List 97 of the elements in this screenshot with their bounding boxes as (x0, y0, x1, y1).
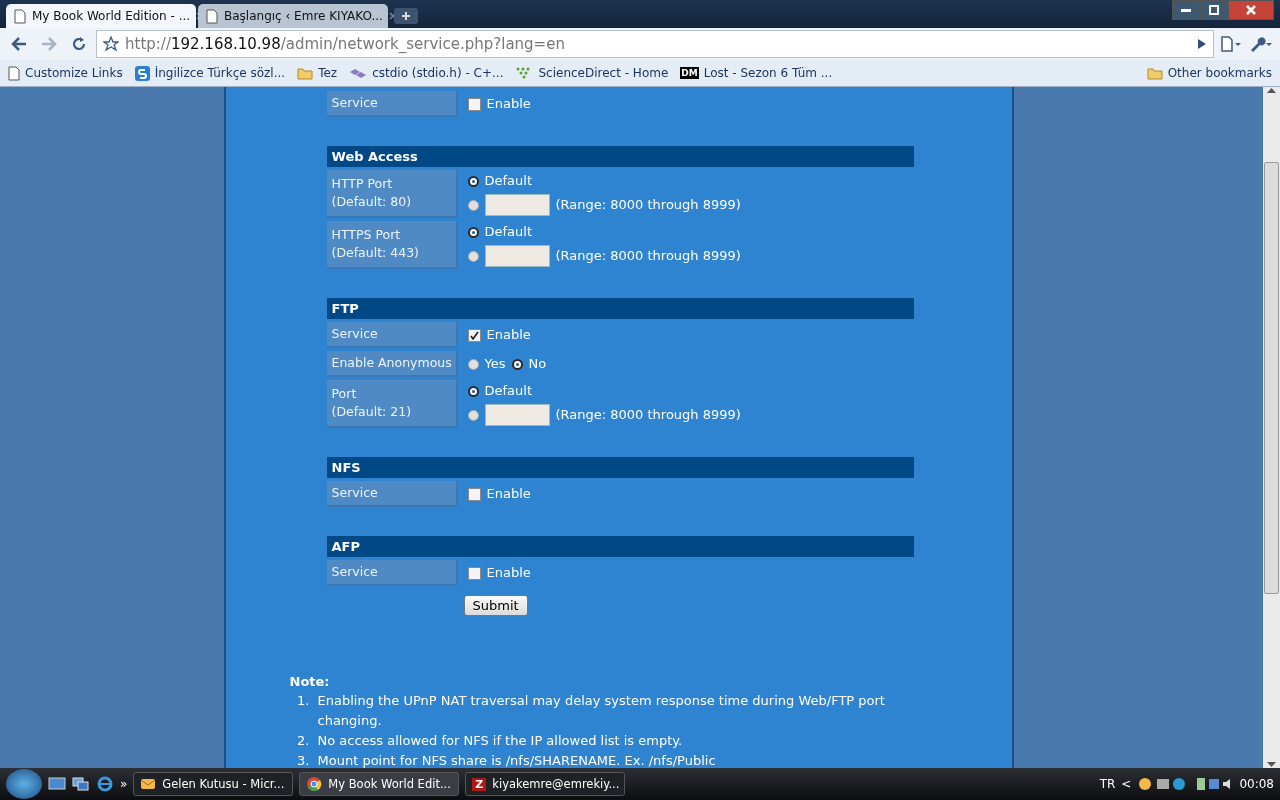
minimize-button[interactable] (1172, 0, 1200, 20)
field-sublabel: (Default: 443) (331, 244, 420, 262)
radio-button[interactable] (467, 226, 479, 238)
field-label: Service (331, 563, 379, 581)
field-label: Service (331, 484, 379, 502)
field-sublabel: (Default: 21) (331, 403, 413, 421)
field-sublabel: (Default: 80) (331, 193, 413, 211)
folder-icon (1146, 66, 1163, 80)
bookmark-logo: DM (680, 67, 699, 79)
option-label: Enable (486, 564, 531, 582)
field-label: Service (331, 94, 379, 112)
radio-button[interactable] (467, 250, 479, 262)
more-button[interactable]: » (120, 777, 128, 791)
browser-e-icon[interactable] (96, 776, 114, 792)
section-header: AFP (326, 536, 914, 557)
bookmark[interactable]: Tez (297, 66, 338, 80)
note-text: Mount point for NFS share is /nfs/SHARENAME. Ex. /nfs/Public (317, 752, 716, 768)
option-label: No (528, 355, 547, 373)
language-indicator[interactable]: TR (1099, 777, 1116, 791)
note-text: Enabling the UPnP NAT traversal may delay system response time during Web/FTP port changing. (317, 692, 886, 730)
field-label: Port (331, 385, 358, 403)
envelope-icon (140, 777, 157, 791)
page-icon (14, 8, 26, 24)
option-label: Yes (484, 355, 506, 373)
taskbar-button[interactable]: Z kiyakemre@emrekiy... (465, 772, 626, 796)
browser-tab[interactable]: My Book World Edition - ... (6, 4, 196, 28)
section-header: Web Access (326, 146, 914, 167)
list-number: 2. (296, 732, 310, 750)
clock: 00:08 (1239, 777, 1274, 791)
minimize-icon (1181, 8, 1191, 12)
field-label: HTTP Port (331, 175, 394, 193)
tray-expand-button[interactable]: < (1121, 777, 1132, 791)
desktop-icon[interactable] (48, 777, 66, 791)
folder-icon (297, 66, 314, 80)
forward-arrow-icon (41, 37, 57, 51)
list-number: 3. (296, 752, 310, 768)
page-icon (8, 65, 20, 81)
section-header: NFS (326, 457, 914, 478)
bookmark[interactable]: Customize Links (8, 65, 123, 81)
s-icon (134, 65, 150, 81)
list-number: 1. (296, 692, 310, 710)
field-label: HTTPS Port (331, 226, 402, 244)
note-title: Note: (289, 673, 331, 691)
reload-icon (71, 36, 87, 52)
taskbar-button[interactable]: Gelen Kutusu - Micr... (133, 772, 294, 796)
option-label: Enable (486, 95, 531, 113)
field-label: Service (331, 325, 379, 343)
checkbox[interactable] (467, 566, 481, 580)
app-logo: Z (472, 777, 487, 791)
bookmark[interactable]: cstdio (stdio.h) - C+... (349, 66, 504, 80)
port-field[interactable] (484, 245, 550, 267)
section-header: FTP (326, 298, 914, 319)
radio-button[interactable] (511, 358, 523, 370)
radio-button[interactable] (467, 409, 479, 421)
taskbar-button[interactable]: My Book World Edit... (299, 772, 460, 796)
field-label: Enable Anonymous (331, 354, 451, 372)
page-icon (206, 8, 218, 24)
range-hint: (Range: 8000 through 8999) (555, 406, 741, 424)
page-icon (1220, 36, 1242, 52)
radio-button[interactable] (467, 385, 479, 397)
star-icon[interactable] (103, 36, 119, 52)
start-button[interactable] (6, 769, 42, 799)
maximize-icon (1209, 5, 1219, 15)
port-field[interactable] (484, 194, 550, 216)
option-label: Default (484, 382, 532, 400)
checkbox[interactable] (467, 487, 481, 501)
option-label: Default (484, 172, 532, 190)
browser-icon (306, 776, 323, 792)
option-label: Default (484, 223, 532, 241)
maximize-button[interactable] (1200, 0, 1228, 20)
close-button[interactable] (1228, 0, 1274, 20)
address-bar[interactable]: http://192.168.10.98/admin/network_service.php?lang=en (96, 30, 1214, 58)
radio-button[interactable] (467, 358, 479, 370)
bookmark[interactable]: ScienceDirect - Home (515, 66, 669, 80)
new-tab-button[interactable] (394, 8, 418, 24)
other-bookmarks[interactable]: Other bookmarks (1146, 66, 1272, 80)
bookmark[interactable]: DM Lost - Sezon 6 Tüm ... (680, 66, 833, 80)
note-text: No access allowed for NFS if the IP allowed list is empty. (317, 732, 683, 750)
range-hint: (Range: 8000 through 8999) (555, 196, 741, 214)
cubes-icon (349, 66, 368, 80)
plus-icon (401, 11, 411, 21)
close-icon (1246, 5, 1256, 15)
option-label: Enable (486, 485, 531, 503)
scrollbar[interactable] (1263, 87, 1280, 768)
go-icon[interactable] (1197, 38, 1207, 50)
wrench-icon (1249, 36, 1273, 52)
range-hint: (Range: 8000 through 8999) (555, 247, 741, 265)
port-field[interactable] (484, 404, 550, 426)
checkbox[interactable] (467, 328, 481, 342)
option-label: Enable (486, 326, 531, 344)
radio-button[interactable] (467, 175, 479, 187)
bookmark[interactable]: İngilizce Türkçe sözl... (134, 65, 286, 81)
submit-button[interactable]: Submit (463, 595, 528, 616)
back-arrow-icon (11, 37, 27, 51)
checkbox[interactable] (467, 97, 481, 111)
windows-icon[interactable] (72, 777, 90, 791)
radio-button[interactable] (467, 199, 479, 211)
